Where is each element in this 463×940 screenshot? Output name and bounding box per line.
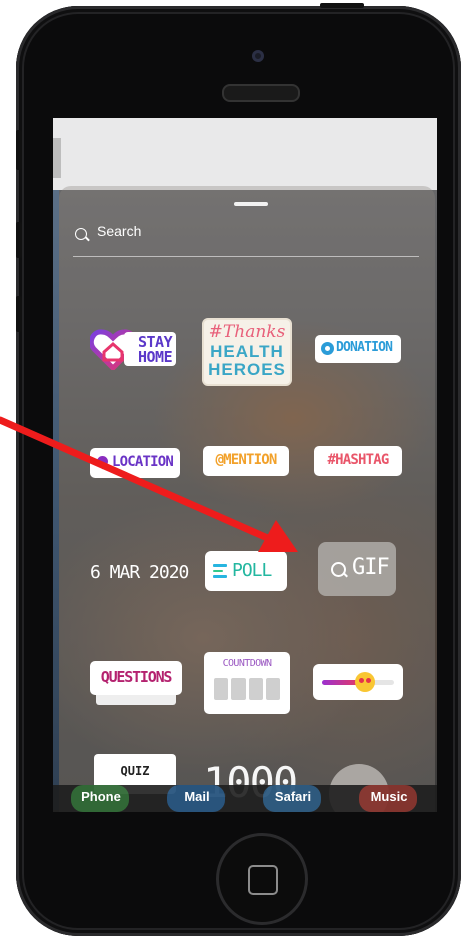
gif-sticker[interactable]: GIF bbox=[318, 542, 396, 596]
mention-label: @MENTION bbox=[215, 452, 277, 468]
home-button[interactable] bbox=[216, 833, 308, 925]
mention-sticker[interactable]: @MENTION bbox=[203, 446, 289, 476]
heart-eyes-emoji-icon bbox=[355, 672, 375, 692]
dock-mail[interactable]: Mail bbox=[149, 785, 245, 812]
dock-safari-label: Safari bbox=[274, 789, 312, 804]
dock-music-label: Music bbox=[370, 789, 408, 804]
stay-home-line2: HOME bbox=[138, 348, 173, 366]
volume-down-button[interactable] bbox=[16, 296, 22, 332]
poll-bars-icon bbox=[213, 564, 227, 581]
donation-sticker[interactable]: DONATION bbox=[315, 335, 401, 363]
dock-phone-label: Phone bbox=[81, 789, 121, 804]
thanks-line3: HEROES bbox=[208, 360, 286, 379]
thanks-health-heroes-sticker[interactable]: #Thanks HEALTH HEROES bbox=[202, 318, 292, 386]
dock-bar: Phone Mail Safari Music bbox=[53, 785, 437, 812]
gif-search-icon bbox=[331, 562, 346, 577]
story-top-area bbox=[53, 118, 437, 190]
hashtag-label: #HASHTAG bbox=[327, 452, 389, 468]
countdown-cells bbox=[214, 678, 280, 700]
home-square-icon bbox=[248, 865, 278, 895]
dock-music[interactable]: Music bbox=[341, 785, 437, 812]
sleep-button[interactable] bbox=[320, 3, 364, 8]
thanks-line2: HEALTH bbox=[210, 342, 284, 361]
dock-mail-label: Mail bbox=[184, 789, 210, 804]
questions-card-front: QUESTIONS bbox=[90, 661, 182, 695]
dock-phone[interactable]: Phone bbox=[53, 785, 149, 812]
volume-up-button[interactable] bbox=[16, 222, 22, 258]
emoji-slider-sticker[interactable] bbox=[313, 664, 403, 700]
location-pin-icon bbox=[94, 453, 111, 470]
phone-screen: Search STAY HOME #Thanks HEALTH HEROES D… bbox=[53, 118, 437, 812]
earpiece-speaker bbox=[222, 84, 300, 102]
drag-handle[interactable] bbox=[234, 202, 268, 206]
search-icon bbox=[75, 228, 87, 240]
location-label: LOCATION bbox=[112, 454, 174, 470]
countdown-sticker[interactable]: COUNTDOWN bbox=[204, 652, 290, 714]
search-bar[interactable]: Search bbox=[73, 220, 419, 257]
questions-label: QUESTIONS bbox=[100, 668, 173, 686]
countdown-label: COUNTDOWN bbox=[222, 658, 272, 669]
poll-sticker[interactable]: POLL bbox=[205, 551, 287, 591]
stay-home-sticker[interactable]: STAY HOME bbox=[90, 328, 176, 370]
location-sticker[interactable]: LOCATION bbox=[90, 448, 180, 478]
date-sticker[interactable]: 6 MAR 2020 bbox=[90, 562, 190, 583]
search-input[interactable]: Search bbox=[97, 223, 141, 239]
donation-label: DONATION bbox=[336, 340, 393, 355]
thanks-line1: #Thanks bbox=[208, 322, 286, 342]
donation-icon bbox=[321, 342, 334, 355]
sticker-tray: Search bbox=[59, 186, 435, 812]
front-camera bbox=[252, 50, 264, 62]
hashtag-sticker[interactable]: #HASHTAG bbox=[314, 446, 402, 476]
poll-label: POLL bbox=[232, 560, 272, 581]
gif-label: GIF bbox=[352, 555, 390, 580]
questions-sticker[interactable]: QUESTIONS bbox=[90, 661, 182, 705]
dock-safari[interactable]: Safari bbox=[245, 785, 341, 812]
quiz-label: QUIZ bbox=[120, 764, 150, 778]
mute-switch[interactable] bbox=[16, 130, 22, 170]
